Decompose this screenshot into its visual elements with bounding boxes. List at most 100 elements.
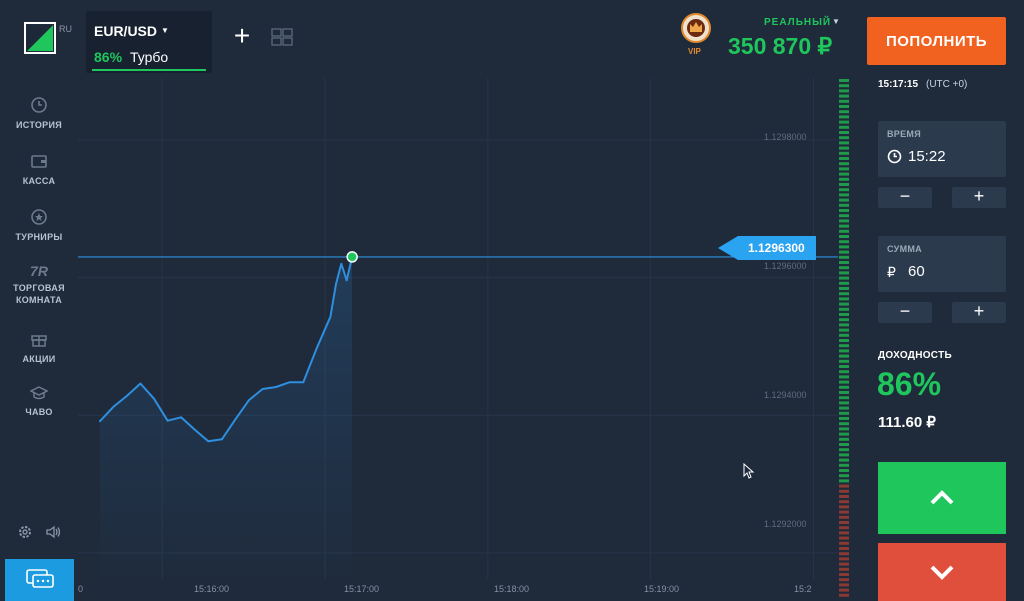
- volume-segment: [839, 219, 849, 223]
- gear-icon[interactable]: [17, 524, 33, 540]
- price-point: [180, 416, 182, 419]
- volume-segment: [839, 479, 849, 483]
- x-tick-label: 15:18:00: [494, 584, 530, 594]
- price-chart[interactable]: 1.1298000 1.1296000 1.1294000 1.1292000 …: [78, 78, 838, 601]
- volume-segment: [839, 396, 849, 400]
- price-point: [98, 420, 101, 423]
- volume-segment: [839, 401, 849, 405]
- sidebar-item-promotions[interactable]: АКЦИИ: [0, 330, 78, 365]
- price-point: [193, 428, 196, 431]
- price-point: [329, 315, 332, 318]
- time-increase-button[interactable]: +: [952, 187, 1006, 208]
- volume-segment: [839, 89, 849, 93]
- volume-segment: [839, 84, 849, 88]
- volume-segment: [839, 224, 849, 228]
- price-point: [335, 283, 337, 286]
- add-asset-button[interactable]: +: [230, 22, 254, 50]
- app-logo-icon[interactable]: [24, 22, 56, 54]
- volume-segment: [839, 136, 849, 140]
- y-tick-label: 1.1294000: [764, 390, 807, 400]
- volume-segment: [839, 443, 849, 446]
- volume-segment: [839, 125, 849, 129]
- chevron-down-icon: ▼: [161, 26, 169, 35]
- ruble-icon: ₽: [887, 264, 896, 280]
- volume-segment: [839, 146, 849, 150]
- history-icon: [31, 97, 47, 113]
- amount-field[interactable]: СУММА ₽ 60: [878, 236, 1006, 292]
- volume-segment: [839, 557, 849, 561]
- asset-tab[interactable]: EUR/USD ▼ 86% Турбо: [86, 11, 212, 73]
- volume-segment: [839, 203, 849, 207]
- asset-payout: 86%: [94, 49, 123, 65]
- volume-segment: [839, 432, 849, 436]
- price-point: [126, 395, 128, 397]
- account-balance: 350 870 ₽: [728, 33, 833, 59]
- volume-segment: [839, 380, 849, 384]
- price-point: [112, 406, 115, 408]
- expiry-time-field[interactable]: ВРЕМЯ 15:22: [878, 121, 1006, 177]
- price-point: [288, 381, 291, 383]
- volume-segment: [839, 453, 849, 457]
- speaker-icon[interactable]: [45, 524, 61, 540]
- volume-segment: [839, 339, 849, 342]
- amount-increase-button[interactable]: +: [952, 302, 1006, 323]
- chat-icon: [25, 569, 54, 588]
- x-tick-label: 0: [78, 584, 84, 594]
- vip-crown-icon[interactable]: [681, 13, 711, 43]
- volume-segment: [839, 417, 849, 420]
- sidebar-item-label: АКЦИИ: [22, 354, 56, 364]
- sidebar-item-tournaments[interactable]: ТУРНИРЫ: [0, 208, 78, 243]
- volume-segment: [839, 437, 849, 441]
- volume-segment: [839, 297, 849, 301]
- volume-segment: [839, 209, 849, 212]
- price-point: [345, 279, 348, 282]
- asset-name: EUR/USD: [94, 23, 158, 39]
- volume-segment: [839, 536, 849, 540]
- sidebar-item-trading-room[interactable]: 7R ТОРГОВАЯ КОМНАТА: [0, 263, 78, 306]
- expiry-time-value: 15:22: [908, 148, 946, 165]
- server-timezone: (UTC +0): [926, 79, 968, 90]
- amount-decrease-button[interactable]: −: [878, 302, 932, 323]
- volume-segment: [839, 235, 849, 238]
- volume-segment: [839, 526, 849, 530]
- volume-segment: [839, 266, 849, 270]
- volume-segment: [839, 177, 849, 181]
- chevron-down-icon: [930, 565, 954, 580]
- volume-segment: [839, 505, 849, 509]
- sidebar-item-faq[interactable]: ЧАВО: [0, 385, 78, 418]
- sidebar-item-label: КАССА: [22, 176, 56, 186]
- volume-segment: [839, 495, 849, 498]
- sidebar-item-label: ТУРНИРЫ: [15, 232, 63, 242]
- price-point: [234, 418, 237, 421]
- mouse-cursor-icon: [743, 463, 755, 479]
- account-type[interactable]: РЕАЛЬНЫЙ: [764, 17, 831, 28]
- volume-segment: [839, 157, 849, 160]
- deposit-button[interactable]: ПОПОЛНИТЬ: [867, 17, 1006, 65]
- volume-segment: [839, 573, 849, 576]
- chart-canvas[interactable]: [78, 78, 838, 601]
- volume-segment: [839, 567, 849, 571]
- volume-segment: [839, 328, 849, 332]
- volume-segment: [839, 167, 849, 171]
- volume-segment: [839, 162, 849, 166]
- volume-segment: [839, 593, 849, 597]
- time-decrease-button[interactable]: −: [878, 187, 932, 208]
- price-area: [99, 256, 353, 601]
- price-point: [248, 399, 250, 401]
- sidebar-item-cashier[interactable]: КАССА: [0, 152, 78, 187]
- volume-segment: [839, 120, 849, 124]
- volume-indicator: [839, 79, 849, 597]
- sidebar-item-history[interactable]: ИСТОРИЯ: [0, 96, 78, 131]
- price-point: [275, 386, 277, 388]
- volume-segment: [839, 469, 849, 472]
- volume-segment: [839, 333, 849, 337]
- amount-value[interactable]: 60: [908, 263, 925, 280]
- chevron-down-icon[interactable]: ▼: [832, 17, 840, 26]
- put-down-button[interactable]: [878, 543, 1006, 601]
- support-chat-button[interactable]: [5, 559, 74, 601]
- layout-grid-icon[interactable]: [271, 28, 293, 46]
- volume-segment: [839, 474, 849, 478]
- volume-segment: [839, 151, 849, 155]
- call-up-button[interactable]: [878, 462, 1006, 534]
- volume-segment: [839, 131, 849, 134]
